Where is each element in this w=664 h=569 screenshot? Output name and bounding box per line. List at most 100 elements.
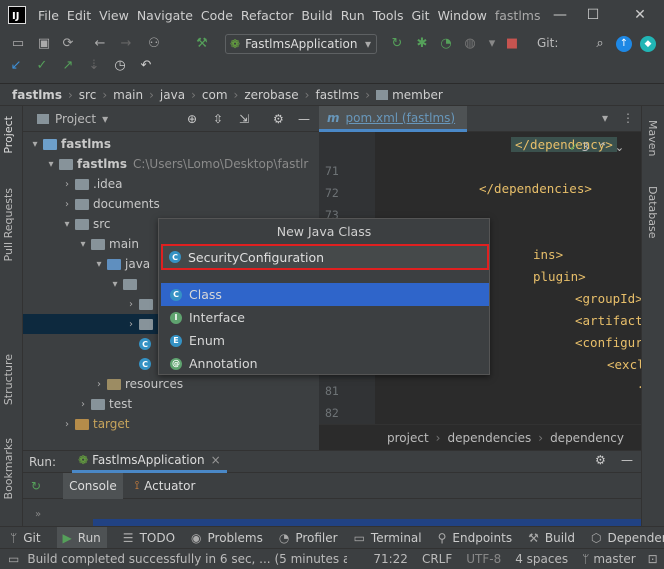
git-branch[interactable]: master: [593, 552, 635, 566]
tool-tab-bookmarks[interactable]: Bookmarks: [2, 438, 15, 499]
locate-icon[interactable]: ⊕: [187, 112, 197, 126]
tree-node[interactable]: › test: [23, 394, 319, 414]
file-encoding[interactable]: UTF-8: [466, 552, 501, 566]
chevron-right-icon[interactable]: ›: [61, 199, 73, 210]
chevron-right-icon[interactable]: ›: [77, 399, 89, 410]
class-name-input[interactable]: C SecurityConfiguration: [161, 244, 489, 270]
tool-tab-terminal[interactable]: ▭ Terminal: [354, 531, 422, 545]
update-icon[interactable]: ↑: [616, 36, 632, 52]
git-commit-icon[interactable]: ✓: [34, 58, 50, 74]
menu-view[interactable]: View: [95, 8, 133, 23]
menu-file[interactable]: File: [34, 8, 63, 23]
back-arrow-icon[interactable]: ←: [92, 36, 108, 52]
chevron-down-icon[interactable]: ▾: [77, 239, 89, 250]
sync-icon[interactable]: ⟳: [60, 36, 76, 52]
search-icon[interactable]: ⌕: [592, 36, 608, 52]
breadcrumb-item[interactable]: src: [79, 88, 97, 102]
profile-icon[interactable]: ◍: [462, 36, 478, 52]
lock-icon[interactable]: ⊡: [648, 552, 658, 566]
menu-run[interactable]: Run: [337, 8, 369, 23]
chevron-down-icon[interactable]: ▾: [102, 112, 108, 126]
editor-crumb[interactable]: dependency: [550, 431, 624, 445]
rerun-icon[interactable]: ↻: [389, 36, 405, 52]
tree-node[interactable]: ▾ fastlms: [23, 134, 319, 154]
git-push-icon[interactable]: ↗: [60, 58, 76, 74]
chevron-down-icon[interactable]: ▾: [29, 139, 41, 150]
breadcrumb-item[interactable]: fastlms: [315, 88, 359, 102]
kind-option-annotation[interactable]: @ Annotation: [161, 352, 489, 375]
tool-tab-endpoints[interactable]: ⚲ Endpoints: [438, 531, 512, 545]
hide-panel-icon[interactable]: —: [298, 112, 310, 126]
maximize-button[interactable]: ☐: [578, 0, 608, 30]
expand-all-icon[interactable]: ⇳: [213, 112, 223, 126]
chevron-right-icon[interactable]: ›: [61, 179, 73, 190]
chevron-down-icon[interactable]: ▾: [93, 259, 105, 270]
console-tab[interactable]: Console: [63, 472, 123, 499]
breadcrumb-item[interactable]: main: [113, 88, 143, 102]
project-panel-title[interactable]: Project: [55, 112, 96, 126]
menu-build[interactable]: Build: [297, 8, 336, 23]
breadcrumb-item[interactable]: java: [160, 88, 185, 102]
stop-icon[interactable]: ■: [504, 36, 520, 52]
chevron-down-icon[interactable]: ▾: [61, 219, 73, 230]
tree-node[interactable]: › documents: [23, 194, 319, 214]
indent-setting[interactable]: 4 spaces: [515, 552, 568, 566]
tree-node[interactable]: › .idea: [23, 174, 319, 194]
toolbox-icon[interactable]: ◆: [640, 36, 656, 52]
close-button[interactable]: ✕: [625, 0, 655, 30]
breadcrumb-item[interactable]: com: [202, 88, 228, 102]
chevron-right-icon[interactable]: ›: [125, 299, 137, 310]
git-update-icon[interactable]: ↙: [8, 58, 24, 74]
tool-tab-problems[interactable]: ◉ Problems: [191, 531, 263, 545]
kind-option-class[interactable]: C Class: [161, 283, 489, 306]
chevron-down-icon[interactable]: ▾: [45, 159, 57, 170]
tree-node[interactable]: › resources: [23, 374, 319, 394]
run-config-tab[interactable]: ❁ FastlmsApplication ×: [72, 451, 227, 473]
git-fetch-icon[interactable]: ⇣: [86, 58, 102, 74]
breadcrumb-item[interactable]: fastlms: [12, 88, 62, 102]
status-window-icon[interactable]: ▭: [8, 552, 19, 566]
tool-tab-database[interactable]: Database: [646, 186, 659, 239]
menu-navigate[interactable]: Navigate: [133, 8, 197, 23]
tree-node[interactable]: ▾ fastlms C:\Users\Lomo\Desktop\fastlr: [23, 154, 319, 174]
tool-tab-todo[interactable]: ☰ TODO: [123, 531, 175, 545]
menu-window[interactable]: Window: [434, 8, 491, 23]
tool-tab-pull-requests[interactable]: Pull Requests: [2, 188, 15, 261]
kind-option-interface[interactable]: I Interface: [161, 306, 489, 329]
tree-node[interactable]: › target: [23, 414, 319, 434]
chevron-right-icon[interactable]: ›: [93, 379, 105, 390]
editor-tab-pom[interactable]: m pom.xml (fastlms): [319, 106, 467, 132]
intellij-logo-icon[interactable]: IJ: [8, 6, 26, 24]
menu-edit[interactable]: Edit: [63, 8, 95, 23]
chevron-down-icon[interactable]: ▾: [109, 279, 121, 290]
more-run-chevron-icon[interactable]: ▾: [484, 36, 500, 52]
build-hammer-icon[interactable]: ⚒: [194, 36, 210, 52]
settings-gear-icon[interactable]: ⚙: [595, 453, 606, 467]
breadcrumb-item[interactable]: zerobase: [244, 88, 298, 102]
history-clock-icon[interactable]: ◷: [112, 58, 128, 74]
chevron-right-icon[interactable]: ›: [125, 319, 137, 330]
kind-option-enum[interactable]: E Enum: [161, 329, 489, 352]
chevron-down-icon[interactable]: ⌄: [615, 140, 625, 154]
menu-code[interactable]: Code: [197, 8, 237, 23]
settings-gear-icon[interactable]: ⚙: [273, 112, 284, 126]
tool-tab-maven[interactable]: Maven: [646, 120, 659, 156]
editor-options-icon[interactable]: ⋮: [622, 111, 634, 125]
expand-icon[interactable]: »: [35, 509, 41, 520]
breadcrumb-item[interactable]: member: [392, 88, 443, 102]
actuator-tab[interactable]: ⟟ Actuator: [135, 478, 196, 493]
save-icon[interactable]: ▣: [36, 36, 52, 52]
menu-tools[interactable]: Tools: [369, 8, 408, 23]
tool-tab-structure[interactable]: Structure: [2, 354, 15, 405]
coverage-icon[interactable]: ◔: [438, 36, 454, 52]
editor-tabs-chevron-icon[interactable]: ▾: [602, 111, 608, 125]
line-separator[interactable]: CRLF: [422, 552, 452, 566]
debug-icon[interactable]: ✱: [414, 36, 430, 52]
collapse-all-icon[interactable]: ⇲: [239, 112, 249, 126]
open-folder-icon[interactable]: ▭: [10, 36, 26, 52]
caret-position[interactable]: 71:22: [373, 552, 408, 566]
tool-tab-build[interactable]: ⚒ Build: [528, 531, 575, 545]
menu-refactor[interactable]: Refactor: [237, 8, 297, 23]
editor-crumb[interactable]: project: [387, 431, 429, 445]
editor-crumb[interactable]: dependencies: [447, 431, 531, 445]
